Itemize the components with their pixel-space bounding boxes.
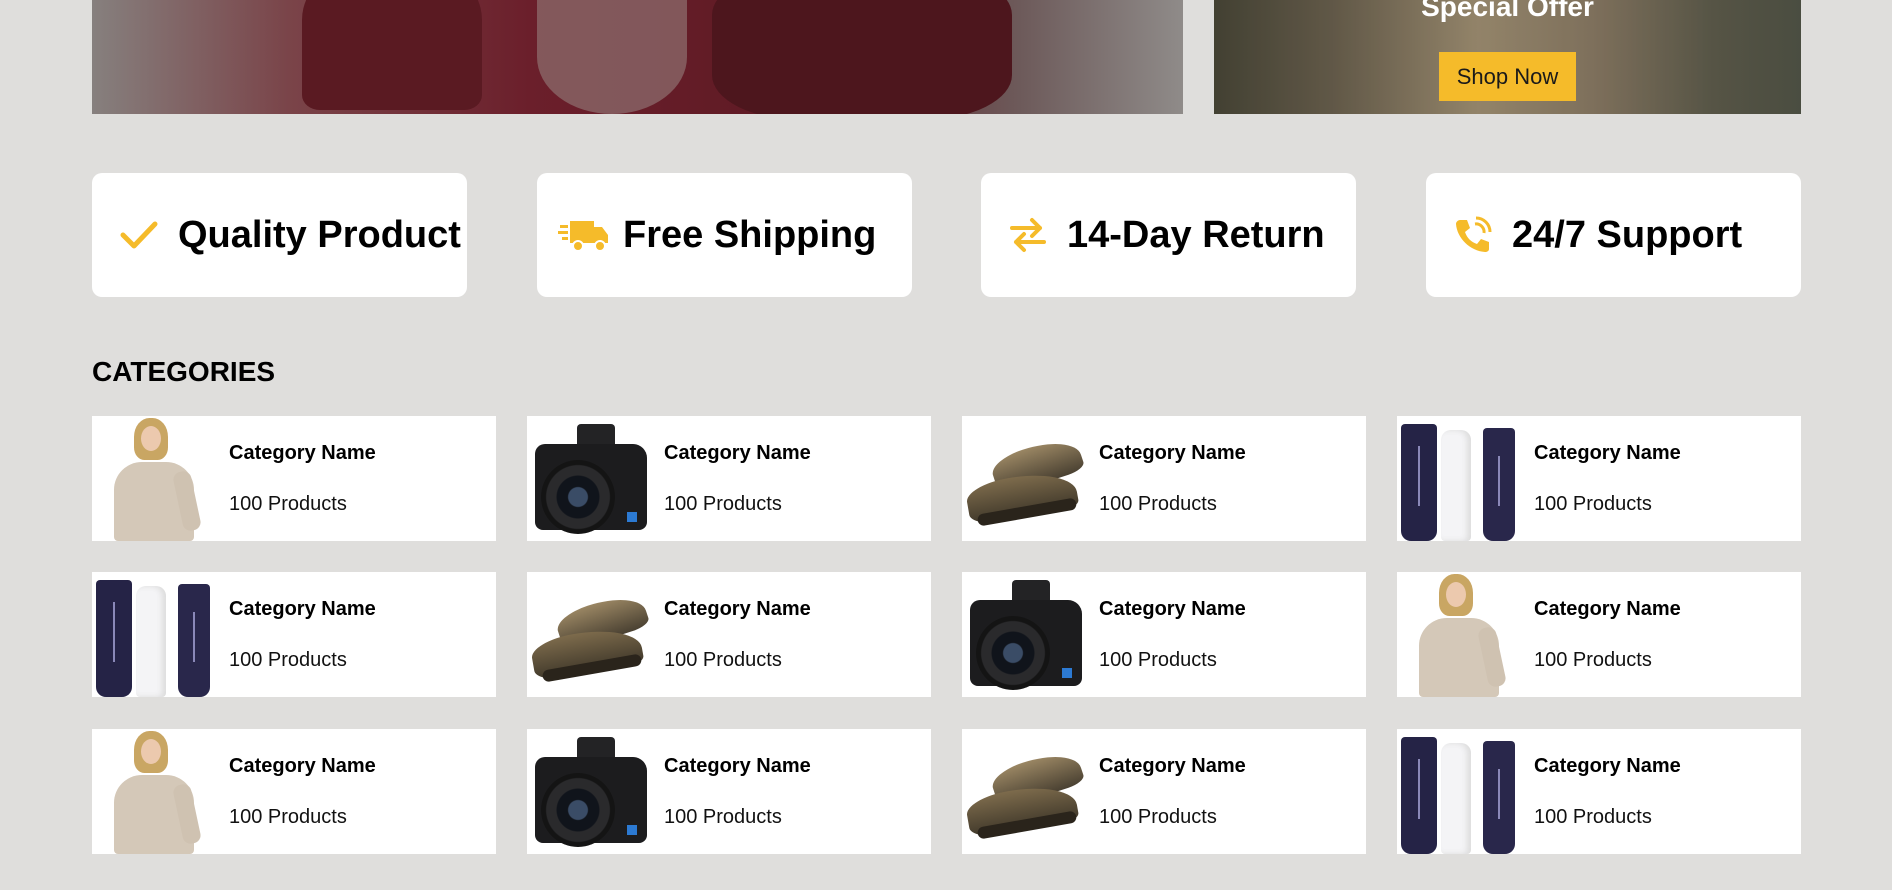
category-image[interactable] [92, 729, 217, 854]
category-name[interactable]: Category Name [664, 598, 811, 621]
category-card[interactable]: Category Name 100 Products [527, 729, 931, 854]
camera-lens [541, 460, 615, 534]
category-name[interactable]: Category Name [1099, 755, 1246, 778]
category-info: Category Name 100 Products [652, 572, 811, 697]
face [1446, 582, 1466, 607]
category-image[interactable] [1397, 416, 1522, 541]
category-card[interactable]: Category Name 100 Products [527, 416, 931, 541]
category-count: 100 Products [229, 649, 347, 671]
category-card[interactable]: Category Name 100 Products [1397, 416, 1801, 541]
category-card[interactable]: Category Name 100 Products [962, 729, 1366, 854]
category-card[interactable]: Category Name 100 Products [962, 572, 1366, 697]
tube-label [1418, 759, 1420, 819]
category-info: Category Name 100 Products [1087, 416, 1246, 541]
category-name[interactable]: Category Name [1099, 442, 1246, 465]
category-image[interactable] [962, 572, 1087, 697]
category-count: 100 Products [229, 806, 347, 828]
category-image[interactable] [962, 416, 1087, 541]
category-name[interactable]: Category Name [1099, 598, 1246, 621]
feature-return: 14-Day Return [981, 173, 1356, 297]
camera-badge [627, 512, 637, 522]
feature-support: 24/7 Support [1426, 173, 1801, 297]
category-name[interactable]: Category Name [664, 442, 811, 465]
feature-label: 24/7 Support [1512, 213, 1743, 256]
category-card[interactable]: Category Name 100 Products [962, 416, 1366, 541]
category-image[interactable] [527, 729, 652, 854]
category-card[interactable]: Category Name 100 Products [92, 416, 496, 541]
face [141, 426, 161, 451]
tube-label [193, 612, 195, 662]
category-info: Category Name 100 Products [1087, 729, 1246, 854]
category-name[interactable]: Category Name [1534, 755, 1681, 778]
hero-figure [537, 0, 687, 114]
special-offer-banner[interactable]: Special Offer Shop Now [1214, 0, 1801, 114]
exchange-arrows-icon [999, 206, 1057, 264]
category-card[interactable]: Category Name 100 Products [92, 572, 496, 697]
category-info: Category Name 100 Products [652, 416, 811, 541]
shop-now-button[interactable]: Shop Now [1439, 52, 1576, 101]
camera-badge [1062, 668, 1072, 678]
category-name[interactable]: Category Name [1534, 598, 1681, 621]
feature-shipping: Free Shipping [537, 173, 912, 297]
category-image[interactable] [527, 572, 652, 697]
category-count: 100 Products [1534, 649, 1652, 671]
feature-quality: Quality Product [92, 173, 467, 297]
category-info: Category Name 100 Products [1522, 416, 1681, 541]
tube-label [1498, 769, 1500, 819]
tube-label [1418, 446, 1420, 506]
offer-title: Special Offer [1421, 0, 1594, 22]
category-name[interactable]: Category Name [664, 755, 811, 778]
category-info: Category Name 100 Products [652, 729, 811, 854]
phone-icon [1444, 206, 1502, 264]
category-card[interactable]: Category Name 100 Products [92, 729, 496, 854]
category-card[interactable]: Category Name 100 Products [1397, 572, 1801, 697]
camera-lens [976, 616, 1050, 690]
hero-banner-main[interactable] [92, 0, 1183, 114]
category-count: 100 Products [1534, 493, 1652, 515]
category-info: Category Name 100 Products [1087, 572, 1246, 697]
check-icon [110, 206, 168, 264]
categories-heading: CATEGORIES [92, 356, 276, 387]
tube [1441, 743, 1471, 854]
camera-lens [541, 773, 615, 847]
face [141, 739, 161, 764]
category-count: 100 Products [1099, 806, 1217, 828]
category-name[interactable]: Category Name [1534, 442, 1681, 465]
hero-figure [302, 0, 482, 110]
category-count: 100 Products [664, 493, 782, 515]
category-info: Category Name 100 Products [217, 572, 376, 697]
category-info: Category Name 100 Products [1522, 572, 1681, 697]
tube-label [1498, 456, 1500, 506]
category-count: 100 Products [664, 649, 782, 671]
category-name[interactable]: Category Name [229, 598, 376, 621]
category-name[interactable]: Category Name [229, 442, 376, 465]
feature-label: 14-Day Return [1067, 213, 1325, 256]
category-image[interactable] [1397, 729, 1522, 854]
category-image[interactable] [527, 416, 652, 541]
hero-figure [712, 0, 1012, 114]
tube-label [113, 602, 115, 662]
category-count: 100 Products [1534, 806, 1652, 828]
category-name[interactable]: Category Name [229, 755, 376, 778]
category-card[interactable]: Category Name 100 Products [1397, 729, 1801, 854]
feature-label: Quality Product [178, 213, 461, 256]
category-card[interactable]: Category Name 100 Products [527, 572, 931, 697]
tube [136, 586, 166, 697]
feature-label: Free Shipping [623, 213, 877, 256]
category-info: Category Name 100 Products [1522, 729, 1681, 854]
category-info: Category Name 100 Products [217, 416, 376, 541]
camera-badge [627, 825, 637, 835]
category-image[interactable] [92, 572, 217, 697]
category-count: 100 Products [1099, 649, 1217, 671]
tube [1441, 430, 1471, 541]
category-info: Category Name 100 Products [217, 729, 376, 854]
category-image[interactable] [962, 729, 1087, 854]
category-image[interactable] [1397, 572, 1522, 697]
category-count: 100 Products [1099, 493, 1217, 515]
truck-icon [555, 206, 613, 264]
category-count: 100 Products [229, 493, 347, 515]
category-image[interactable] [92, 416, 217, 541]
category-count: 100 Products [664, 806, 782, 828]
